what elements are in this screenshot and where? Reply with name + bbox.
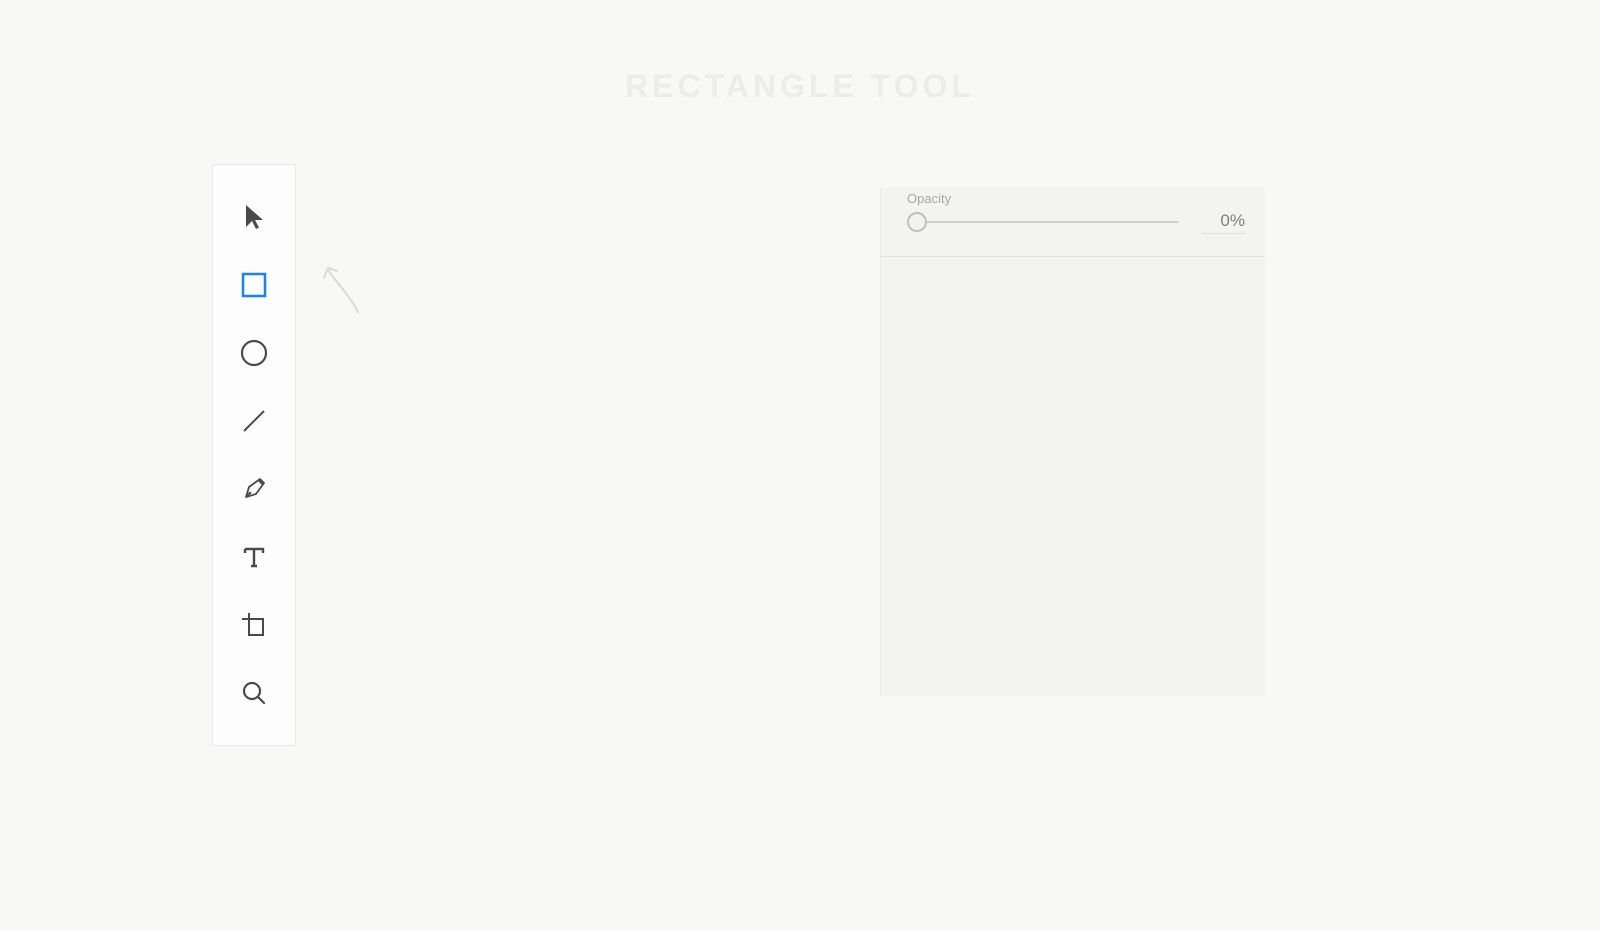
callout-arrow-icon (320, 258, 368, 318)
properties-panel: Opacity 0% (880, 187, 1265, 696)
ellipse-icon (240, 339, 268, 367)
rectangle-tool[interactable] (226, 257, 282, 313)
opacity-section: Opacity 0% (881, 187, 1265, 257)
zoom-tool[interactable] (226, 665, 282, 721)
slider-track (907, 221, 1179, 223)
opacity-label: Opacity (907, 191, 1245, 206)
opacity-value-field[interactable]: 0% (1201, 211, 1245, 234)
opacity-row: 0% (907, 210, 1245, 234)
text-icon (242, 545, 266, 569)
ellipse-tool[interactable] (226, 325, 282, 381)
slider-thumb[interactable] (907, 212, 927, 232)
opacity-slider[interactable] (907, 210, 1179, 234)
artboard-icon (239, 611, 269, 639)
magnifier-icon (241, 680, 267, 706)
artboard-tool[interactable] (226, 597, 282, 653)
line-tool[interactable] (226, 393, 282, 449)
pen-icon (240, 475, 268, 503)
select-tool[interactable] (226, 189, 282, 245)
text-tool[interactable] (226, 529, 282, 585)
line-icon (240, 407, 268, 435)
page-heading: RECTANGLE TOOL (0, 68, 1600, 105)
pen-tool[interactable] (226, 461, 282, 517)
pointer-icon (242, 203, 266, 231)
rectangle-icon (241, 272, 267, 298)
tool-palette (212, 164, 296, 746)
